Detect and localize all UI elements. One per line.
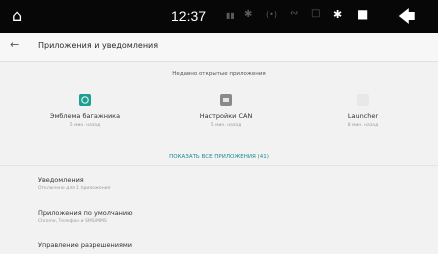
signal-icon: ▮▮: [226, 11, 235, 20]
recent-app-time: 5 мин. назад: [210, 123, 242, 128]
list-item-default-apps[interactable]: Приложения по умолчанию Chrome, Телефон …: [38, 209, 133, 224]
list-item-subtitle: Отключено для 1 приложения: [38, 186, 111, 191]
list-item-permissions[interactable]: Управление разрешениями: [38, 241, 132, 249]
back-arrow-icon[interactable]: 🡄: [398, 4, 416, 33]
trunk-emblem-icon: [79, 94, 91, 106]
list-item-title: Уведомления: [38, 176, 84, 184]
bluetooth-icon: ✱: [333, 8, 343, 21]
status-bar: ⌂ 12:37 ▮▮ ✱ (•) ∾ □ ✱ ■ 🡄: [0, 0, 438, 33]
wifi-icon: ∾: [290, 8, 299, 19]
recent-app-name: Настройки CAN: [199, 112, 253, 120]
app-bar: ← Приложения и уведомления: [0, 33, 438, 62]
window-icon[interactable]: ■: [357, 7, 368, 21]
fan-icon: ✱: [244, 9, 253, 20]
back-icon[interactable]: ←: [10, 38, 19, 51]
divider: [0, 165, 438, 166]
list-item-notifications[interactable]: Уведомления Отключено для 1 приложения: [38, 176, 110, 191]
recent-app-name: Эмблема багажника: [49, 112, 121, 120]
list-item-subtitle: Chrome, Телефон и SMS/MMS: [38, 219, 107, 224]
list-item-title: Управление разрешениями: [38, 241, 132, 249]
recent-app-trunk-emblem[interactable]: Эмблема багажника 5 мин. назад: [20, 94, 150, 128]
hotspot-icon: (•): [266, 10, 277, 19]
page-title: Приложения и уведомления: [38, 41, 159, 50]
recent-apps-title: Недавно открытые приложения: [172, 71, 266, 77]
lock-icon: □: [311, 8, 321, 19]
recent-app-time: 5 мин. назад: [69, 123, 101, 128]
recent-app-can-settings[interactable]: Настройки CAN 5 мин. назад: [161, 94, 291, 128]
list-item-title: Приложения по умолчанию: [38, 209, 133, 217]
launcher-icon: [357, 94, 369, 106]
home-icon[interactable]: ⌂: [12, 6, 22, 25]
can-settings-icon: [220, 94, 232, 106]
recent-app-time: 8 мин. назад: [347, 123, 379, 128]
show-all-apps-link[interactable]: ПОКАЗАТЬ ВСЕ ПРИЛОЖЕНИЯ (41): [0, 154, 438, 160]
recent-app-launcher[interactable]: Launcher 8 мин. назад: [298, 94, 428, 128]
recent-app-name: Launcher: [347, 112, 379, 120]
status-time: 12:37: [171, 8, 207, 24]
